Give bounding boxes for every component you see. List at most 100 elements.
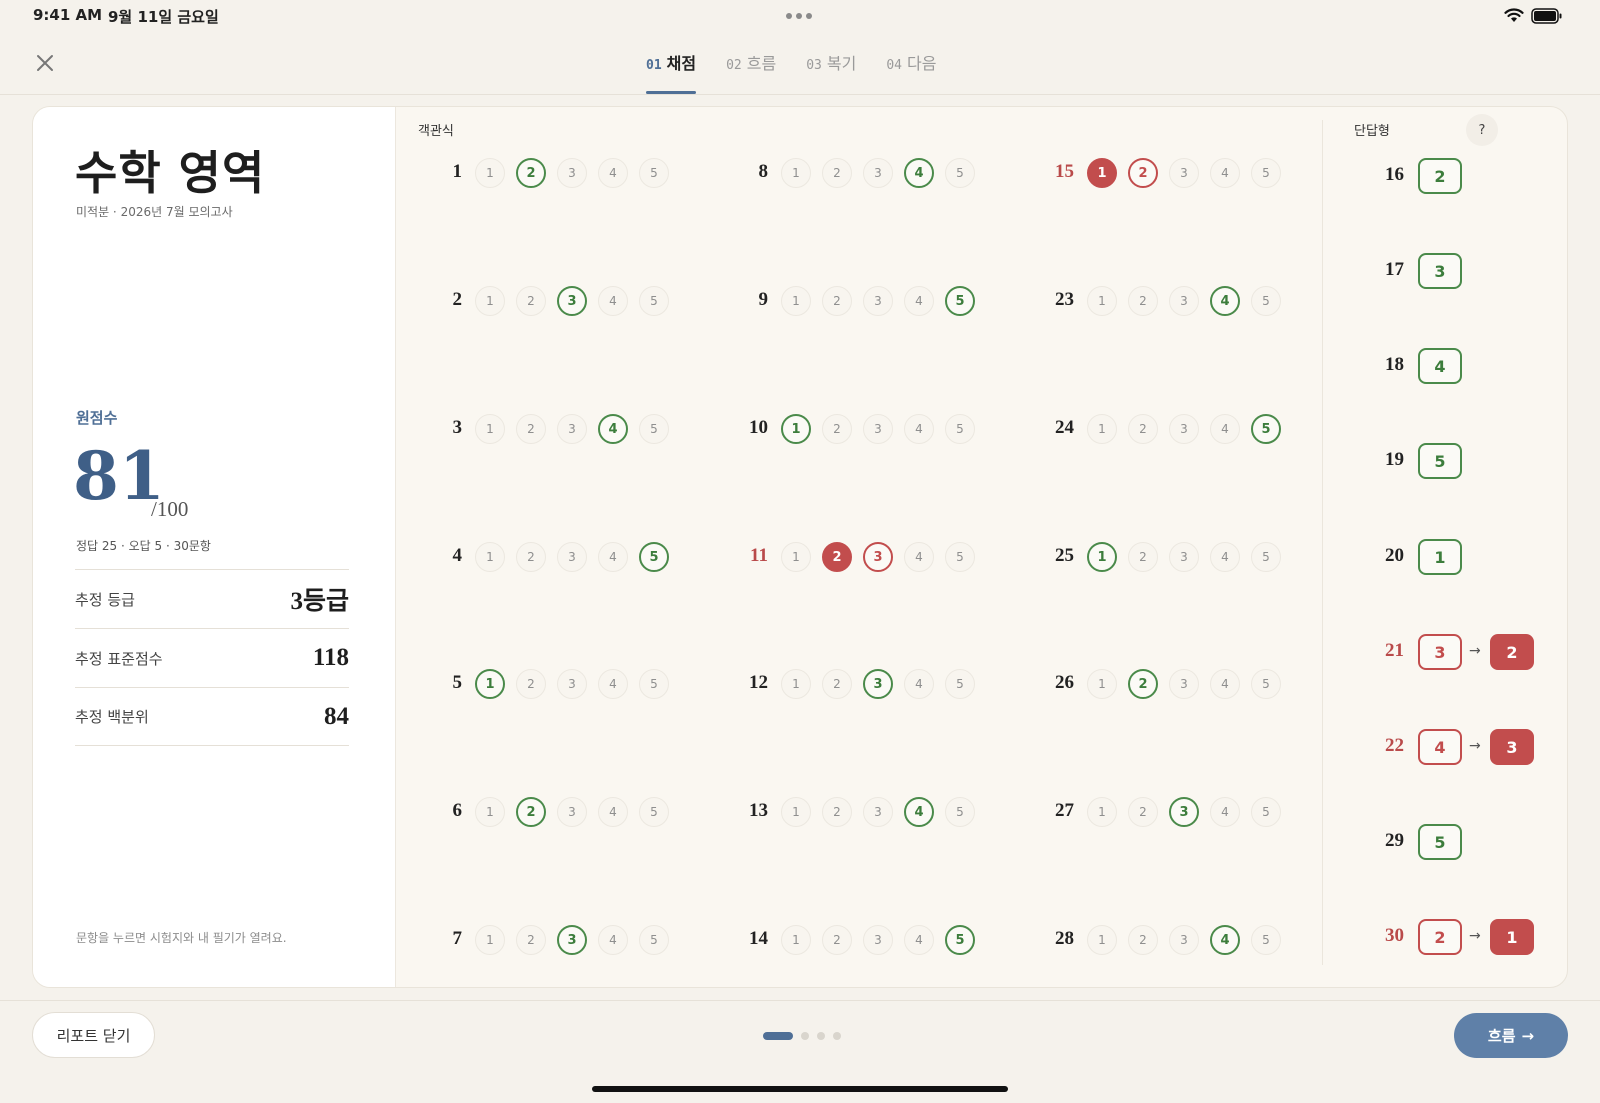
question-number[interactable]: 24: [1026, 417, 1074, 439]
tab-next[interactable]: 04 다음: [886, 50, 936, 94]
answer-option[interactable]: 4: [1210, 158, 1240, 188]
short-answer-box[interactable]: 2: [1418, 158, 1462, 194]
question-number[interactable]: 5: [414, 672, 463, 694]
answer-option[interactable]: 2: [516, 542, 546, 572]
question-number[interactable]: 27: [1026, 800, 1074, 822]
answer-option[interactable]: 4: [598, 414, 628, 444]
question-number[interactable]: 19: [1368, 449, 1404, 471]
answer-option[interactable]: 1: [781, 158, 811, 188]
answer-option[interactable]: 2: [516, 797, 546, 827]
question-number[interactable]: 2: [414, 289, 463, 311]
submitted-answer-box[interactable]: 1: [1490, 919, 1534, 955]
answer-option[interactable]: 3: [557, 414, 587, 444]
answer-option[interactable]: 4: [598, 542, 628, 572]
answer-option[interactable]: 2: [516, 286, 546, 316]
answer-option[interactable]: 4: [904, 542, 934, 572]
answer-option[interactable]: 3: [1169, 286, 1199, 316]
question-number[interactable]: 18: [1368, 354, 1404, 376]
answer-option[interactable]: 3: [557, 669, 587, 699]
question-number[interactable]: 8: [720, 161, 769, 183]
answer-option[interactable]: 2: [1128, 925, 1158, 955]
answer-option[interactable]: 3: [557, 158, 587, 188]
short-answer-box[interactable]: 3: [1418, 634, 1462, 670]
page-dot-active[interactable]: [763, 1032, 793, 1040]
tab-flow[interactable]: 02 흐름: [726, 50, 776, 94]
answer-option[interactable]: 5: [945, 158, 975, 188]
answer-option[interactable]: 3: [557, 925, 587, 955]
answer-option[interactable]: 5: [1251, 414, 1281, 444]
question-number[interactable]: 28: [1026, 928, 1074, 950]
answer-option[interactable]: 2: [516, 158, 546, 188]
answer-option[interactable]: 3: [1169, 414, 1199, 444]
answer-option[interactable]: 2: [516, 925, 546, 955]
tab-scoring[interactable]: 01 채점: [646, 50, 697, 94]
answer-option[interactable]: 3: [1169, 797, 1199, 827]
answer-option[interactable]: 3: [1169, 925, 1199, 955]
answer-option[interactable]: 4: [904, 414, 934, 444]
question-number[interactable]: 25: [1026, 545, 1074, 567]
answer-option[interactable]: 5: [945, 542, 975, 572]
answer-option[interactable]: 5: [1251, 542, 1281, 572]
answer-option[interactable]: 2: [1128, 414, 1158, 444]
question-number[interactable]: 6: [414, 800, 463, 822]
answer-option[interactable]: 3: [863, 286, 893, 316]
question-number[interactable]: 23: [1026, 289, 1074, 311]
answer-option[interactable]: 4: [1210, 797, 1240, 827]
answer-option[interactable]: 5: [945, 925, 975, 955]
answer-option[interactable]: 5: [1251, 158, 1281, 188]
answer-option[interactable]: 3: [863, 669, 893, 699]
answer-option[interactable]: 3: [557, 286, 587, 316]
answer-option[interactable]: 3: [863, 542, 893, 572]
answer-option[interactable]: 4: [904, 158, 934, 188]
answer-option[interactable]: 1: [475, 669, 505, 699]
answer-option[interactable]: 5: [639, 158, 669, 188]
answer-option[interactable]: 3: [557, 542, 587, 572]
question-number[interactable]: 1: [414, 161, 463, 183]
multitask-dots-icon[interactable]: [786, 13, 816, 19]
answer-option[interactable]: 2: [822, 158, 852, 188]
next-flow-button[interactable]: 흐름 →: [1454, 1013, 1568, 1058]
answer-option[interactable]: 1: [1087, 542, 1117, 572]
answer-option[interactable]: 1: [1087, 286, 1117, 316]
close-report-button[interactable]: 리포트 닫기: [32, 1012, 155, 1058]
answer-option[interactable]: 3: [1169, 542, 1199, 572]
answer-option[interactable]: 4: [904, 797, 934, 827]
answer-option[interactable]: 4: [598, 925, 628, 955]
answer-option[interactable]: 5: [639, 797, 669, 827]
short-answer-box[interactable]: 4: [1418, 348, 1462, 384]
answer-option[interactable]: 1: [475, 542, 505, 572]
answer-option[interactable]: 2: [822, 414, 852, 444]
answer-option[interactable]: 3: [1169, 158, 1199, 188]
answer-option[interactable]: 5: [639, 414, 669, 444]
answer-option[interactable]: 1: [475, 158, 505, 188]
answer-option[interactable]: 3: [1169, 669, 1199, 699]
answer-option[interactable]: 4: [1210, 669, 1240, 699]
question-number[interactable]: 3: [414, 417, 463, 439]
answer-option[interactable]: 2: [1128, 797, 1158, 827]
answer-option[interactable]: 4: [1210, 925, 1240, 955]
answer-option[interactable]: 1: [1087, 158, 1117, 188]
question-number[interactable]: 7: [414, 928, 463, 950]
short-answer-box[interactable]: 5: [1418, 443, 1462, 479]
page-dot[interactable]: [801, 1032, 809, 1040]
answer-option[interactable]: 1: [475, 925, 505, 955]
answer-option[interactable]: 2: [1128, 542, 1158, 572]
answer-option[interactable]: 5: [639, 542, 669, 572]
question-number[interactable]: 22: [1368, 735, 1404, 757]
answer-option[interactable]: 1: [781, 669, 811, 699]
question-number[interactable]: 16: [1368, 164, 1404, 186]
page-dot[interactable]: [817, 1032, 825, 1040]
answer-option[interactable]: 3: [863, 925, 893, 955]
answer-option[interactable]: 1: [1087, 669, 1117, 699]
answer-option[interactable]: 1: [781, 286, 811, 316]
question-number[interactable]: 11: [720, 545, 768, 567]
answer-option[interactable]: 5: [1251, 925, 1281, 955]
answer-option[interactable]: 3: [863, 797, 893, 827]
answer-option[interactable]: 1: [1087, 414, 1117, 444]
answer-option[interactable]: 2: [822, 542, 852, 572]
question-number[interactable]: 29: [1368, 830, 1404, 852]
answer-option[interactable]: 4: [598, 158, 628, 188]
page-dot[interactable]: [833, 1032, 841, 1040]
answer-option[interactable]: 4: [1210, 542, 1240, 572]
help-button[interactable]: ?: [1466, 114, 1498, 146]
